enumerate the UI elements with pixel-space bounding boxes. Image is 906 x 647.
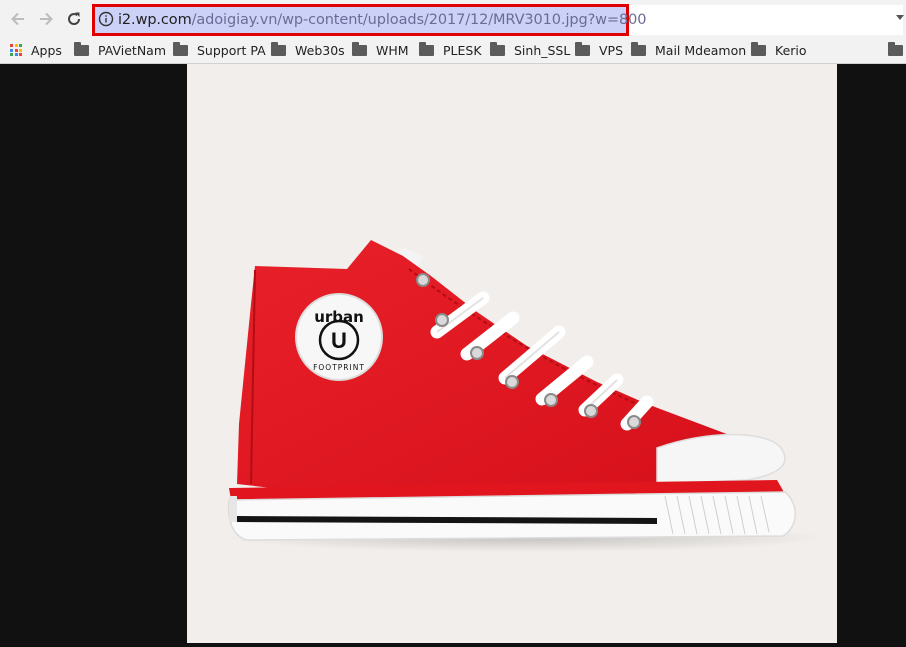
url-text[interactable]: i2.wp.com/adoigiay.vn/wp-content/uploads… [118, 9, 646, 31]
bookmark-label: Web30s [295, 42, 345, 58]
bookmark-label: Apps [31, 42, 62, 58]
toe-cap [656, 433, 786, 485]
logo-monogram: U [331, 328, 347, 353]
url-host: i2.wp.com [118, 12, 192, 28]
bookmark-folder-sinh-ssl[interactable]: Sinh_SSL [490, 37, 570, 63]
bookmarks-bar: Apps PAVietNam Support PA Web30s WHM PLE… [0, 37, 906, 64]
browser-toolbar: i2.wp.com/adoigiay.vn/wp-content/uploads… [0, 0, 906, 37]
bookmark-label: Kerio [775, 42, 807, 58]
bookmark-label: Support PA [197, 42, 266, 58]
folder-icon [631, 42, 646, 56]
other-bookmarks-folder[interactable] [888, 37, 906, 63]
bookmark-folder-kerio[interactable]: Kerio [751, 37, 807, 63]
bookmark-label: VPS [599, 42, 624, 58]
info-icon[interactable] [98, 11, 114, 27]
folder-icon [575, 42, 590, 56]
bookmark-folder-plesk[interactable]: PLESK [419, 37, 482, 63]
folder-icon [173, 42, 188, 56]
reload-button[interactable] [63, 8, 85, 30]
bookmark-label: Sinh_SSL [514, 42, 571, 58]
rubber-sole [227, 491, 796, 541]
bookmark-folder-mail-mdeamon[interactable]: Mail Mdeamon [631, 37, 746, 63]
urban-footprint-logo: U urban FOOTPRINT [295, 293, 383, 381]
folder-icon [352, 42, 367, 56]
bookmark-apps[interactable]: Apps [10, 37, 62, 63]
product-image[interactable]: U urban FOOTPRINT [187, 64, 837, 643]
folder-icon [490, 42, 505, 56]
bookmark-folder-whm[interactable]: WHM [352, 37, 409, 63]
reload-icon [68, 12, 81, 25]
folder-icon [419, 42, 434, 56]
sneaker-illustration: U urban FOOTPRINT [227, 240, 827, 552]
bookmark-label: Mail Mdeamon [655, 42, 747, 58]
folder-icon [74, 42, 89, 56]
apps-grid-icon [10, 44, 22, 56]
arrow-left-icon [11, 12, 24, 26]
folder-icon [271, 42, 286, 56]
back-button[interactable] [7, 8, 29, 30]
bookmark-label: WHM [376, 42, 409, 58]
folder-icon [888, 42, 903, 56]
url-path: /adoigiay.vn/wp-content/uploads/2017/12/… [191, 12, 647, 28]
bookmark-folder-vps[interactable]: VPS [575, 37, 623, 63]
folder-icon [751, 42, 766, 56]
logo-text-footprint: FOOTPRINT [313, 363, 365, 372]
bookmark-label: PLESK [443, 42, 482, 58]
bookmark-folder-web30s[interactable]: Web30s [271, 37, 345, 63]
arrow-right-icon [40, 12, 53, 26]
omnibox-dropdown-icon[interactable] [896, 15, 904, 20]
heel-tab [229, 496, 237, 522]
bookmark-label: PAVietNam [98, 42, 167, 58]
bookmark-folder-support-pa[interactable]: Support PA [173, 37, 266, 63]
bookmark-folder-pavietnam[interactable]: PAVietNam [74, 37, 166, 63]
logo-text-urban: urban [314, 308, 364, 326]
forward-button[interactable] [35, 8, 57, 30]
